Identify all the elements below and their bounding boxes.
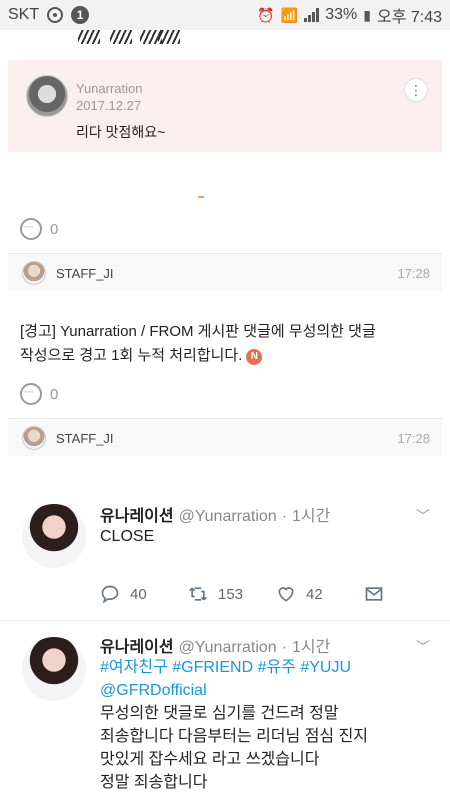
staff-comment-header: STAFF_JI 17:28 <box>8 255 442 291</box>
tweet-text: CLOSE <box>100 528 155 545</box>
staff-time: 17:28 <box>397 430 430 446</box>
mention-link[interactable]: @GFRDofficial <box>100 679 368 702</box>
tweet-time: 1시간 <box>292 639 331 656</box>
comment-date: 2017.12.27 <box>76 98 142 113</box>
reply-count: 0 <box>50 220 59 238</box>
highlighted-comment: Yunarration 2017.12.27 리다 맛점해요~ ⋮ <box>8 60 442 152</box>
tweet-header: 유나레이션 @Yunarration · 1시간 <box>100 633 330 657</box>
notice-line-wrap: 작성으로 경고 1회 누적 처리합니다. N <box>20 344 440 368</box>
comment-author[interactable]: Yunarration <box>76 81 143 96</box>
tweet-line: 죄송합니다 다음부터는 리더님 점심 진지 <box>100 728 369 745</box>
sync-icon <box>47 7 64 23</box>
notice-line: [경고] Yunarration / FROM 게시판 댓글에 무성의한 댓글 <box>20 323 376 340</box>
wifi-icon: 📶 <box>280 6 299 23</box>
tweet[interactable]: 유나레이션 @Yunarration · 1시간 ﹀ CLOSE 40 153 … <box>0 490 450 620</box>
avatar[interactable] <box>26 75 68 117</box>
tweet-line: 맛있게 잡수세요 라고 쓰겠습니다 <box>100 751 320 768</box>
chevron-down-icon[interactable]: ﹀ <box>416 637 430 657</box>
like-button[interactable]: 42 <box>276 584 364 604</box>
heart-icon <box>278 587 294 602</box>
reply-count: 0 <box>50 385 59 403</box>
tweet-line: 무성의한 댓글로 심기를 건드려 정말 <box>100 705 339 722</box>
tweet-actions: 40 153 42 <box>100 584 450 604</box>
retweet-button[interactable]: 153 <box>188 584 276 604</box>
avatar[interactable] <box>22 637 86 701</box>
tweet-header: 유나레이션 @Yunarration · 1시간 <box>100 502 330 526</box>
tweet-text: #여자친구 #GFRIEND #유주 #YUJU @GFRDofficial 무… <box>100 656 368 794</box>
tweet-line: 정말 죄송합니다 <box>100 774 208 791</box>
reply-count: 40 <box>130 585 147 603</box>
display-name[interactable]: 유나레이션 <box>100 633 174 657</box>
retweet-count: 153 <box>218 585 244 603</box>
divider <box>8 418 442 419</box>
user-handle[interactable]: @Yunarration <box>179 639 277 657</box>
separator-dot: · <box>281 639 288 656</box>
warning-notice: [경고] Yunarration / FROM 게시판 댓글에 무성의한 댓글 … <box>20 320 440 368</box>
staff-name[interactable]: STAFF_JI <box>56 431 114 446</box>
new-badge: N <box>246 349 263 365</box>
chevron-down-icon[interactable]: ﹀ <box>416 506 430 526</box>
signal-icon <box>304 8 320 22</box>
divider <box>8 253 442 254</box>
comment-bubble-icon <box>20 218 42 240</box>
display-name[interactable]: 유나레이션 <box>100 502 174 526</box>
staff-comment-header: STAFF_JI 17:28 <box>8 420 442 456</box>
notice-line: 작성으로 경고 1회 누적 처리합니다. <box>20 347 243 364</box>
retweet-icon <box>189 587 207 601</box>
comment-text: 리다 맛점해요~ <box>76 124 166 140</box>
carrier-label: SKT <box>8 6 40 23</box>
avatar[interactable] <box>22 504 86 568</box>
direct-message-button[interactable] <box>364 584 450 604</box>
user-handle[interactable]: @Yunarration <box>179 508 277 526</box>
alarm-icon: ⏰ <box>257 6 275 23</box>
more-options-icon[interactable]: ⋮ <box>404 78 428 102</box>
battery-icon: ▮ <box>363 6 371 23</box>
staff-time: 17:28 <box>397 265 430 281</box>
clock: 오후 7:43 <box>376 9 442 26</box>
reply-count-row[interactable]: 0 <box>20 218 58 240</box>
comment-bubble-icon <box>20 383 42 405</box>
cropped-image-strip <box>0 30 450 44</box>
tweet-time: 1시간 <box>292 508 331 525</box>
loading-indicator <box>198 196 204 198</box>
reply-button[interactable]: 40 <box>100 584 188 604</box>
avatar[interactable] <box>22 261 46 285</box>
status-bar: SKT 1 ⏰ 📶 33% ▮ 오후 7:43 <box>0 0 450 30</box>
battery-label: 33% <box>325 6 358 23</box>
notification-count-badge: 1 <box>71 6 90 24</box>
avatar[interactable] <box>22 426 46 450</box>
like-count: 42 <box>306 585 323 603</box>
reply-icon <box>101 585 119 604</box>
reply-count-row[interactable]: 0 <box>20 383 58 405</box>
staff-name[interactable]: STAFF_JI <box>56 266 114 281</box>
mail-icon <box>365 587 383 601</box>
hashtag-line[interactable]: #여자친구 #GFRIEND #유주 #YUJU <box>100 656 368 679</box>
tweet[interactable]: 유나레이션 @Yunarration · 1시간 ﹀ #여자친구 #GFRIEN… <box>0 621 450 800</box>
separator-dot: · <box>281 508 288 525</box>
